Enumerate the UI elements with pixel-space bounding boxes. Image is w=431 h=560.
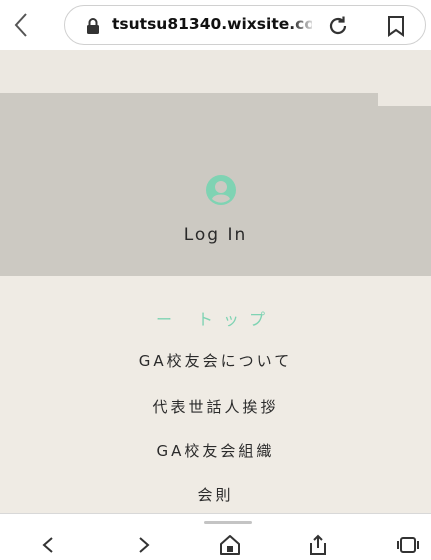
menu-item-greeting[interactable]: 代表世話人挨拶 [0, 396, 431, 417]
menu-item-top[interactable]: ー トップ [0, 306, 431, 330]
url-fade [290, 12, 316, 40]
browser-toolbar: tsutsu81340.wixsite.com [0, 0, 431, 50]
reload-icon[interactable] [327, 15, 349, 37]
back-icon[interactable] [36, 533, 60, 557]
chevron-left-icon [14, 13, 27, 37]
lock-icon [87, 18, 99, 34]
tabs-icon[interactable] [396, 533, 420, 557]
menu-item-organization[interactable]: GA校友会組織 [0, 440, 431, 461]
site-header [0, 50, 431, 93]
menu-item-rules[interactable]: 会則 [0, 484, 431, 505]
site-content: Log In ー トップ GA校友会について 代表世話人挨拶 GA校友会組織 会… [0, 50, 431, 520]
url-text: tsutsu81340.wixsite.com [112, 15, 312, 33]
share-icon[interactable] [306, 533, 330, 557]
home-icon[interactable] [218, 533, 242, 557]
address-bar[interactable]: tsutsu81340.wixsite.com [64, 5, 426, 45]
login-button[interactable]: Log In [0, 225, 431, 245]
drag-handle[interactable] [204, 521, 252, 524]
bookmark-icon[interactable] [385, 15, 407, 37]
browser-back-button[interactable] [6, 10, 36, 40]
panel-notch [378, 93, 431, 106]
divider [0, 513, 431, 514]
user-icon[interactable] [206, 175, 236, 205]
menu-item-about[interactable]: GA校友会について [0, 350, 431, 371]
forward-icon[interactable] [132, 533, 156, 557]
